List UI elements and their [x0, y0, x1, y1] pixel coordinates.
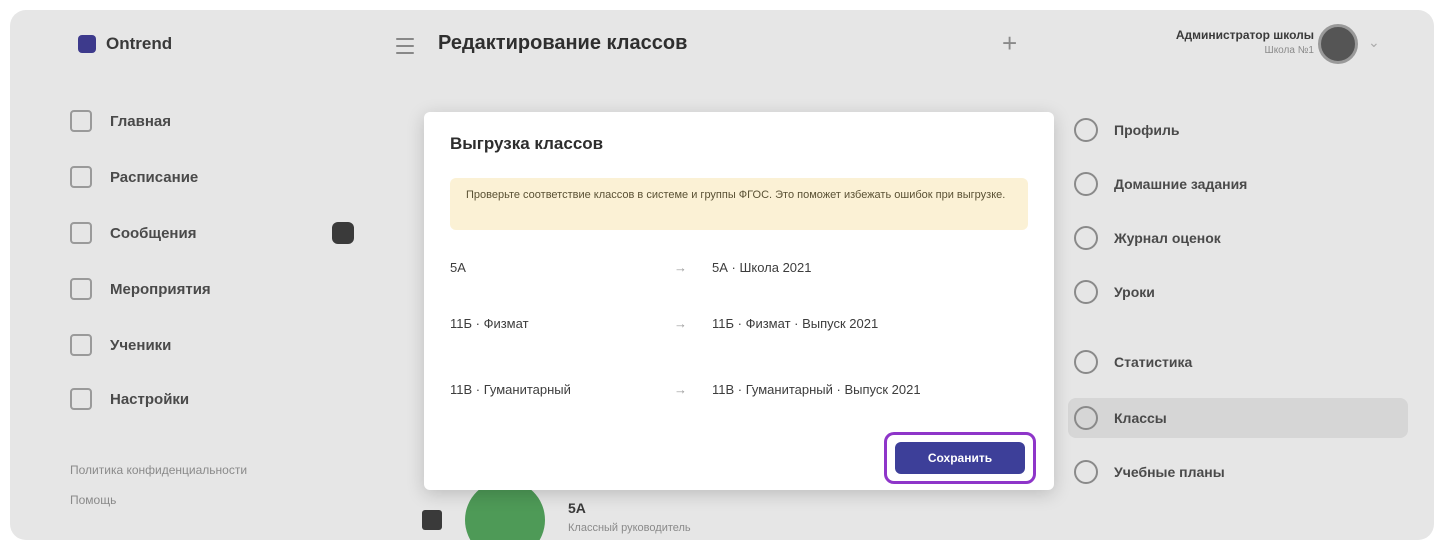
save-button[interactable]: Сохранить	[895, 442, 1025, 474]
mapping-row: 5А → 5А · Школа 2021	[450, 254, 1030, 284]
homework-icon	[1074, 172, 1098, 196]
gear-icon	[70, 388, 92, 410]
right-item-lessons[interactable]: Уроки	[1068, 272, 1408, 312]
calendar-icon	[70, 166, 92, 188]
chart-icon	[1074, 350, 1098, 374]
app-window: Ontrend Редактирование классов + Админис…	[10, 10, 1434, 540]
sidebar-item-label: Главная	[110, 112, 172, 130]
warning-banner: Проверьте соответствие классов в системе…	[450, 178, 1028, 230]
arrow-right-icon: →	[674, 316, 687, 331]
top-bar: Ontrend Редактирование классов + Админис…	[10, 10, 1434, 82]
right-item-gradebook[interactable]: Журнал оценок	[1068, 218, 1408, 258]
gradebook-icon	[1074, 226, 1098, 250]
right-item-profile[interactable]: Профиль	[1068, 110, 1408, 150]
user-info[interactable]: Администратор школы Школа №1	[1176, 28, 1314, 56]
right-item-homework[interactable]: Домашние задания	[1068, 164, 1408, 204]
right-item-plans[interactable]: Учебные планы	[1068, 452, 1408, 492]
sidebar-item-events[interactable]: Мероприятия	[70, 278, 211, 300]
mapping-target[interactable]: 5А · Школа 2021	[712, 260, 812, 275]
event-icon	[70, 278, 92, 300]
right-item-label: Учебные планы	[1114, 464, 1225, 480]
right-item-label: Профиль	[1114, 122, 1180, 138]
class-subtitle: Классный руководитель	[568, 522, 691, 534]
mapping-target[interactable]: 11Б · Физмат · Выпуск 2021	[712, 316, 878, 331]
privacy-link[interactable]: Политика конфиденциальности	[70, 455, 350, 485]
sidebar-item-label: Настройки	[110, 390, 190, 408]
user-icon	[1074, 118, 1098, 142]
user-name: Администратор школы	[1175, 28, 1314, 42]
chevron-down-icon[interactable]: ⌄	[1368, 34, 1380, 51]
notification-badge	[332, 222, 354, 244]
clock-icon	[1074, 280, 1098, 304]
sidebar-item-label: Расписание	[110, 168, 199, 186]
sidebar-footer: Политика конфиденциальности Помощь	[70, 455, 350, 515]
logo-mark-icon	[78, 35, 96, 53]
sidebar-item-settings[interactable]: Настройки	[70, 388, 189, 410]
page-title: Редактирование классов	[438, 32, 688, 54]
mapping-source: 11В · Гуманитарный	[450, 382, 571, 397]
class-name: 5А	[568, 500, 586, 516]
right-item-label: Домашние задания	[1114, 176, 1248, 192]
arrow-right-icon: →	[674, 382, 687, 397]
message-icon	[70, 222, 92, 244]
mapping-target[interactable]: 11В · Гуманитарный · Выпуск 2021	[712, 382, 921, 397]
right-item-classes[interactable]: Классы	[1068, 398, 1408, 438]
dialog-title: Выгрузка классов	[450, 134, 604, 153]
class-icon	[1074, 406, 1098, 430]
right-item-label: Уроки	[1114, 284, 1155, 300]
sidebar-item-label: Сообщения	[110, 224, 197, 242]
mapping-row: 11Б · Физмат → 11Б · Физмат · Выпуск 202…	[450, 310, 1030, 340]
plus-icon[interactable]: +	[1002, 30, 1017, 56]
sidebar-item-messages[interactable]: Сообщения	[70, 222, 196, 244]
mapping-row: 11В · Гуманитарный → 11В · Гуманитарный …	[450, 376, 1030, 406]
sidebar-item-students[interactable]: Ученики	[70, 334, 171, 356]
grid-icon[interactable]	[422, 510, 442, 530]
sidebar-item-home[interactable]: Главная	[70, 110, 171, 132]
avatar[interactable]	[1318, 24, 1358, 64]
sidebar-item-label: Мероприятия	[110, 280, 211, 298]
sidebar-item-label: Ученики	[110, 336, 172, 354]
export-dialog: Выгрузка классов Проверьте соответствие …	[424, 112, 1054, 490]
sidebar-item-schedule[interactable]: Расписание	[70, 166, 198, 188]
right-item-label: Классы	[1114, 410, 1167, 426]
home-icon	[70, 110, 92, 132]
arrow-right-icon: →	[674, 260, 687, 275]
logo[interactable]: Ontrend	[78, 34, 172, 54]
right-item-label: Журнал оценок	[1114, 230, 1221, 246]
logo-text: Ontrend	[106, 34, 173, 53]
save-button-highlight: Сохранить	[884, 432, 1036, 484]
mapping-source: 11Б · Физмат	[450, 316, 529, 331]
user-subtitle: Школа №1	[1264, 45, 1314, 56]
mapping-source: 5А	[450, 260, 466, 275]
menu-icon[interactable]	[396, 38, 414, 54]
right-item-label: Статистика	[1114, 354, 1193, 370]
plan-icon	[1074, 460, 1098, 484]
students-icon	[70, 334, 92, 356]
right-item-statistics[interactable]: Статистика	[1068, 342, 1408, 382]
help-link[interactable]: Помощь	[70, 485, 350, 515]
